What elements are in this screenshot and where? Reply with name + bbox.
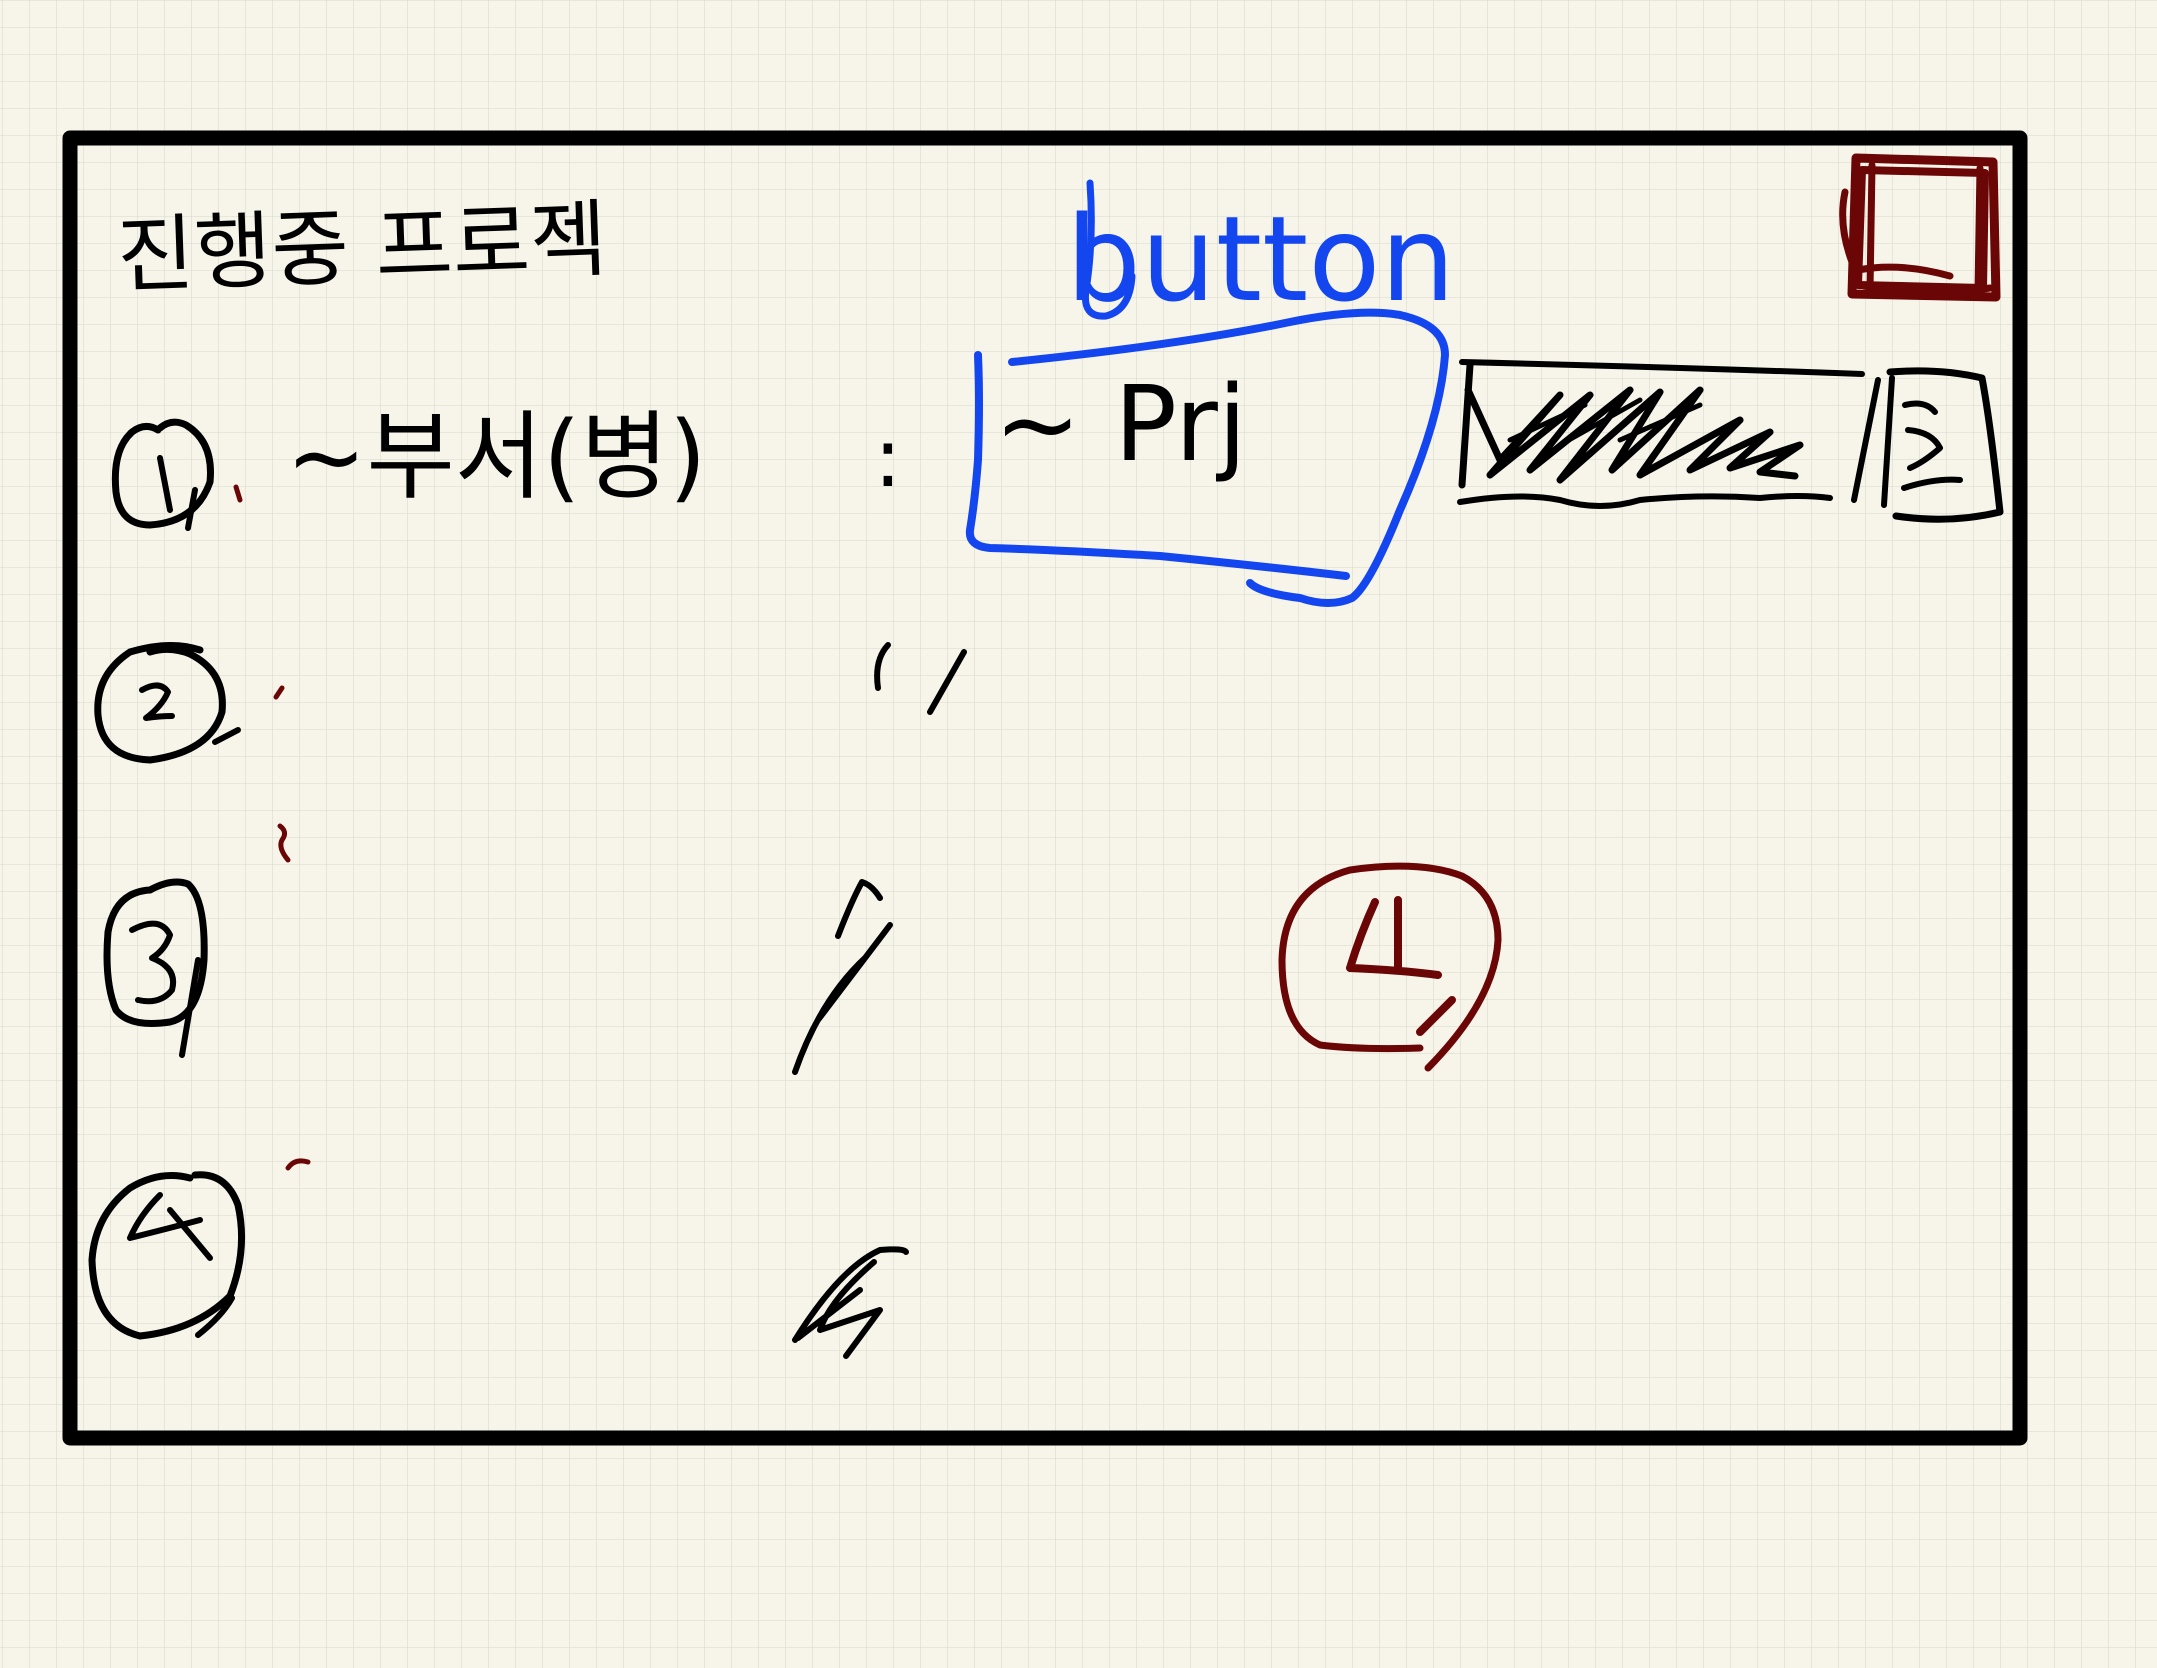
project-button[interactable]: ~ Prj (994, 363, 1247, 485)
button-annotation: button (1066, 179, 1455, 328)
row-1-label: ~부서(병) (286, 401, 706, 513)
row-1-separator: : (874, 411, 902, 506)
wireframe-sketch: 진행중 프로젝 button ① ~부서(병) : ~ Prj (0, 0, 2157, 1668)
page-title: 진행중 프로젝 (115, 190, 609, 305)
project-button-label: ~ Prj (994, 363, 1247, 485)
